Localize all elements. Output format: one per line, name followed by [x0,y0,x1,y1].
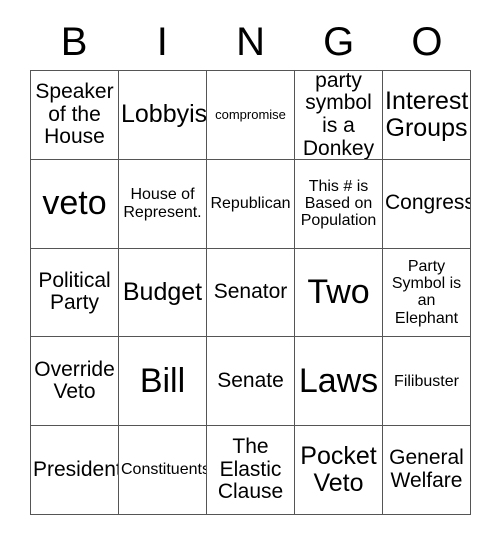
bingo-cell-label: Speaker of the House [35,79,114,149]
bingo-cell-r3c5[interactable]: Party Symbol is an Elephant [383,248,471,338]
bingo-cell-label: Congress [385,191,471,215]
bingo-cell-r3c2[interactable]: Budget [119,248,207,338]
bingo-header-letter-n: N [236,20,265,64]
bingo-cell-label: General Welfare [389,446,464,493]
bingo-cell-r4c2[interactable]: Bill [119,337,207,427]
bingo-cell-label: Lobbyist [121,100,207,129]
bingo-cell-r3c3[interactable]: Senator [207,248,295,338]
bingo-cell-label: Bill [139,361,186,400]
bingo-cell-r5c1[interactable]: President [31,426,119,515]
bingo-header-letter-o: O [411,20,443,64]
bingo-cell-r4c5[interactable]: Filibuster [383,337,471,427]
bingo-cell-label: Senator [213,280,288,304]
bingo-cell-label: President [33,457,119,481]
bingo-cell-r2c2[interactable]: House of Represent. [119,159,207,249]
bingo-cell-r5c4[interactable]: Pocket Veto [295,426,383,515]
bingo-cell-r4c4[interactable]: Laws [295,337,383,427]
bingo-cell-label: House of Represent. [123,186,202,221]
bingo-cell-label: veto [42,184,107,223]
bingo-cell-r3c1[interactable]: Political Party [31,248,119,338]
bingo-cell-r2c3[interactable]: Republican [207,159,295,249]
bingo-cell-label: Senate [217,368,284,392]
bingo-cell-label: The Elastic Clause [217,435,284,504]
bingo-cell-r2c4[interactable]: This # is Based on Population [295,159,383,249]
bingo-header-letter-b: B [60,20,88,64]
bingo-cell-label: party symbol is a Donkey [302,71,375,160]
bingo-header-letter-i: I [156,20,168,64]
bingo-cell-r1c3[interactable]: compromise [207,71,295,160]
bingo-cell-r5c3[interactable]: The Elastic Clause [207,426,295,515]
bingo-cell-label: Filibuster [394,372,459,390]
bingo-cell-r3c4[interactable]: Two [295,248,383,338]
bingo-cell-label: This # is Based on Population [300,177,377,230]
bingo-cell-r5c5[interactable]: General Welfare [383,426,471,515]
bingo-cell-r2c5[interactable]: Congress [383,159,471,249]
bingo-cell-label: Pocket Veto [300,442,377,498]
bingo-cell-label: Two [307,273,370,312]
bingo-cell-r4c3[interactable]: Senate [207,337,295,427]
bingo-header-row: B I N G O [30,14,471,70]
bingo-card: B I N G O Speaker of the House Lobbyist … [0,0,500,544]
bingo-cell-label: Laws [298,361,379,400]
bingo-cell-label: Constituents [121,461,207,479]
bingo-header-letter-g: G [323,20,355,64]
bingo-cell-r2c1[interactable]: veto [31,159,119,249]
bingo-cell-r1c1[interactable]: Speaker of the House [31,71,119,160]
bingo-cell-label: Interest Groups [385,86,469,142]
bingo-cell-label: Republican [210,195,291,213]
bingo-cell-r1c4[interactable]: party symbol is a Donkey [295,71,383,160]
bingo-grid: Speaker of the House Lobbyist compromise… [30,70,471,515]
bingo-cell-r1c5[interactable]: Interest Groups [383,71,471,160]
bingo-cell-label: compromise [215,106,286,122]
bingo-cell-label: Budget [122,277,203,306]
bingo-cell-label: Party Symbol is an Elephant [391,257,462,327]
bingo-cell-label: Override Veto [34,357,115,404]
bingo-cell-label: Political Party [38,268,111,315]
bingo-cell-r5c2[interactable]: Constituents [119,426,207,515]
bingo-cell-r4c1[interactable]: Override Veto [31,337,119,427]
bingo-cell-r1c2[interactable]: Lobbyist [119,71,207,160]
